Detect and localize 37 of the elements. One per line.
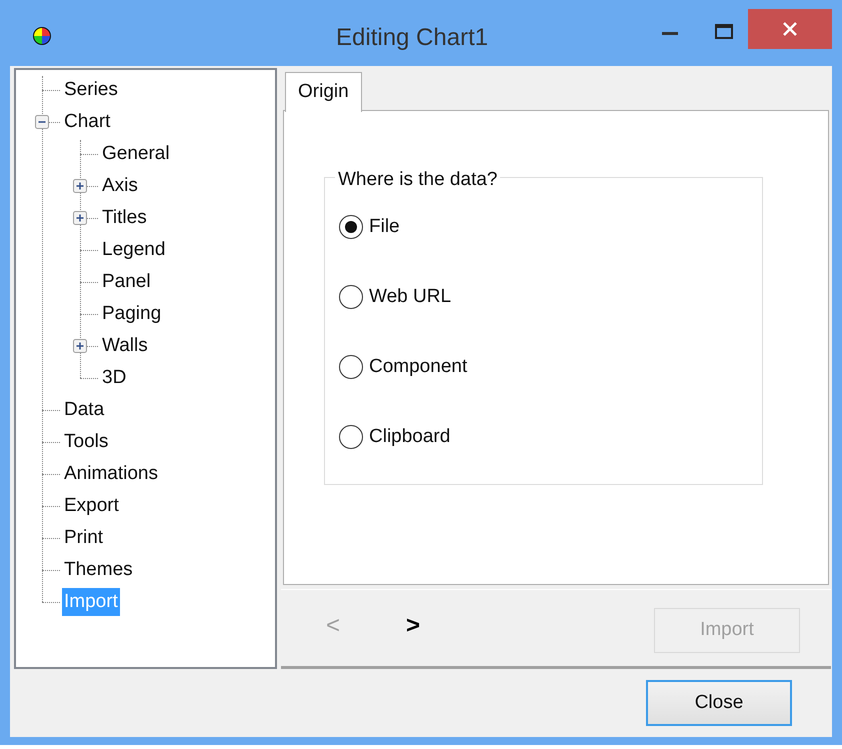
tree-item[interactable]: Chart (62, 108, 112, 136)
maximize-icon (715, 24, 733, 38)
tree-item[interactable]: 3D (100, 364, 128, 392)
close-icon (783, 22, 797, 36)
tree-item[interactable]: Print (62, 524, 106, 552)
tree-item[interactable]: Titles (100, 204, 149, 232)
tree-item[interactable]: Walls (100, 332, 150, 360)
tree-item[interactable]: Paging (100, 300, 164, 328)
radio-button[interactable] (339, 285, 363, 309)
tree-item[interactable]: Data (62, 396, 106, 424)
expand-icon[interactable] (73, 179, 87, 193)
radio-label[interactable]: Web URL (369, 282, 452, 312)
radio-button[interactable] (339, 425, 363, 449)
tree-item[interactable]: Series (62, 76, 120, 104)
radio-label[interactable]: File (369, 212, 400, 242)
next-button[interactable]: > (401, 608, 425, 644)
radio-button[interactable] (339, 355, 363, 379)
minimize-icon (662, 32, 678, 34)
expand-icon[interactable] (73, 339, 87, 353)
expand-icon[interactable] (73, 211, 87, 225)
window-title: Editing Chart1 (336, 23, 488, 53)
tab[interactable]: Origin (285, 72, 362, 112)
radio-button[interactable] (339, 215, 363, 239)
tree-item[interactable]: Themes (62, 556, 135, 584)
collapse-icon[interactable] (35, 115, 49, 129)
tree-item[interactable]: General (100, 140, 172, 168)
tree-item[interactable]: Export (62, 492, 121, 520)
tree-item[interactable]: Animations (62, 460, 160, 488)
tree-item[interactable]: Panel (100, 268, 153, 296)
close-window-button[interactable] (748, 9, 832, 49)
radio-label[interactable]: Component (369, 352, 468, 382)
tree-item[interactable]: Axis (100, 172, 140, 200)
app-logo-icon (32, 26, 52, 46)
radio-label[interactable]: Clipboard (369, 422, 450, 452)
tree-item[interactable]: Tools (62, 428, 110, 456)
tree-item[interactable]: Legend (100, 236, 168, 264)
close-button[interactable]: Close (646, 680, 792, 726)
